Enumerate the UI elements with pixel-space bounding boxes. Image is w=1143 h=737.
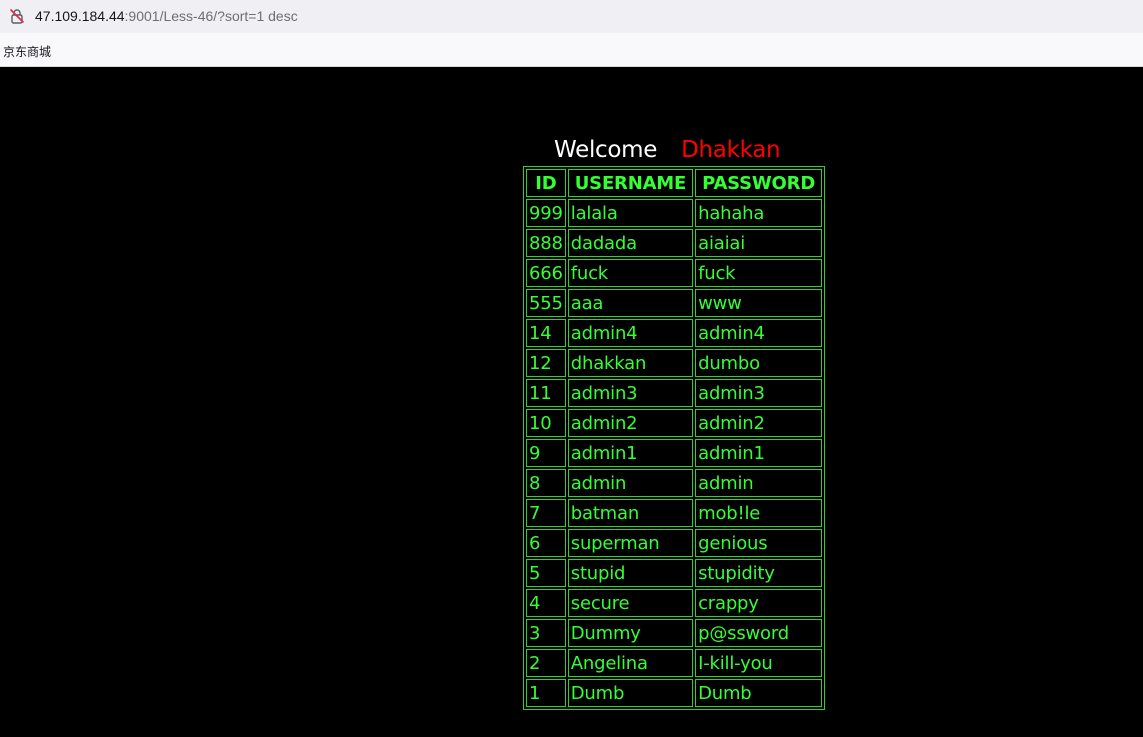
cell-username: fuck — [567, 259, 694, 287]
table-row: 999 lalala hahaha — [526, 199, 823, 227]
table-row: 555 aaa www — [526, 289, 823, 317]
cell-id: 4 — [526, 589, 566, 617]
cell-password: admin4 — [695, 319, 823, 347]
cell-password: fuck — [695, 259, 823, 287]
cell-password: Dumb — [695, 679, 823, 707]
table-row: 666 fuck fuck — [526, 259, 823, 287]
header-password: PASSWORD — [695, 169, 823, 197]
cell-id: 12 — [526, 349, 566, 377]
cell-id: 888 — [526, 229, 566, 257]
table-row: 9 admin1 admin1 — [526, 439, 823, 467]
welcome-text: Welcome — [554, 137, 658, 163]
cell-username: Dumb — [567, 679, 694, 707]
cell-username: admin2 — [567, 409, 694, 437]
welcome-heading: Welcome Dhakkan — [554, 137, 781, 163]
cell-id: 666 — [526, 259, 566, 287]
cell-password: genious — [695, 529, 823, 557]
cell-password: admin — [695, 469, 823, 497]
cell-id: 10 — [526, 409, 566, 437]
cell-password: I-kill-you — [695, 649, 823, 677]
cell-id: 1 — [526, 679, 566, 707]
users-table: ID USERNAME PASSWORD 999 lalala hahaha 888 d… — [523, 166, 826, 710]
header-username: USERNAME — [567, 169, 694, 197]
table-row: 1 Dumb Dumb — [526, 679, 823, 707]
table-row: 12 dhakkan dumbo — [526, 349, 823, 377]
cell-id: 8 — [526, 469, 566, 497]
cell-username: superman — [567, 529, 694, 557]
cell-id: 7 — [526, 499, 566, 527]
table-row: 14 admin4 admin4 — [526, 319, 823, 347]
table-header-row: ID USERNAME PASSWORD — [526, 169, 823, 197]
cell-username: dhakkan — [567, 349, 694, 377]
cell-username: admin4 — [567, 319, 694, 347]
cell-username: stupid — [567, 559, 694, 587]
cell-username: dadada — [567, 229, 694, 257]
cell-id: 11 — [526, 379, 566, 407]
cell-password: admin3 — [695, 379, 823, 407]
cell-username: Angelina — [567, 649, 694, 677]
table-row: 5 stupid stupidity — [526, 559, 823, 587]
cell-username: Dummy — [567, 619, 694, 647]
table-row: 10 admin2 admin2 — [526, 409, 823, 437]
url-field[interactable]: 47.109.184.44:9001/Less-46/?sort=1 desc — [35, 8, 298, 24]
cell-username: admin3 — [567, 379, 694, 407]
cell-password: dumbo — [695, 349, 823, 377]
table-row: 6 superman genious — [526, 529, 823, 557]
table-row: 8 admin admin — [526, 469, 823, 497]
cell-password: www — [695, 289, 823, 317]
cell-username: secure — [567, 589, 694, 617]
cell-password: crappy — [695, 589, 823, 617]
cell-username: admin1 — [567, 439, 694, 467]
cell-password: hahaha — [695, 199, 823, 227]
header-id: ID — [526, 169, 566, 197]
cell-id: 9 — [526, 439, 566, 467]
bookmark-jd[interactable]: 京东商城 — [3, 43, 51, 60]
table-row: 2 Angelina I-kill-you — [526, 649, 823, 677]
address-bar[interactable]: 47.109.184.44:9001/Less-46/?sort=1 desc — [0, 0, 1143, 33]
cell-id: 14 — [526, 319, 566, 347]
welcome-username: Dhakkan — [681, 137, 781, 163]
url-host: 47.109.184.44 — [35, 8, 125, 24]
cell-password: p@ssword — [695, 619, 823, 647]
table-row: 3 Dummy p@ssword — [526, 619, 823, 647]
table-row: 7 batman mob!le — [526, 499, 823, 527]
table-row: 11 admin3 admin3 — [526, 379, 823, 407]
table-row: 888 dadada aiaiai — [526, 229, 823, 257]
cell-id: 555 — [526, 289, 566, 317]
cell-username: lalala — [567, 199, 694, 227]
cell-id: 5 — [526, 559, 566, 587]
cell-password: admin2 — [695, 409, 823, 437]
cell-password: admin1 — [695, 439, 823, 467]
table-row: 4 secure crappy — [526, 589, 823, 617]
cell-username: batman — [567, 499, 694, 527]
bookmarks-bar: 京东商城 — [0, 33, 1143, 67]
page-content: Welcome Dhakkan ID USERNAME PASSWORD 999 l… — [0, 67, 1143, 737]
url-path: :9001/Less-46/?sort=1 desc — [124, 8, 298, 24]
cell-id: 2 — [526, 649, 566, 677]
cell-password: aiaiai — [695, 229, 823, 257]
cell-id: 999 — [526, 199, 566, 227]
insecure-lock-icon[interactable] — [9, 8, 25, 24]
cell-password: mob!le — [695, 499, 823, 527]
cell-username: aaa — [567, 289, 694, 317]
cell-username: admin — [567, 469, 694, 497]
cell-id: 3 — [526, 619, 566, 647]
cell-password: stupidity — [695, 559, 823, 587]
cell-id: 6 — [526, 529, 566, 557]
